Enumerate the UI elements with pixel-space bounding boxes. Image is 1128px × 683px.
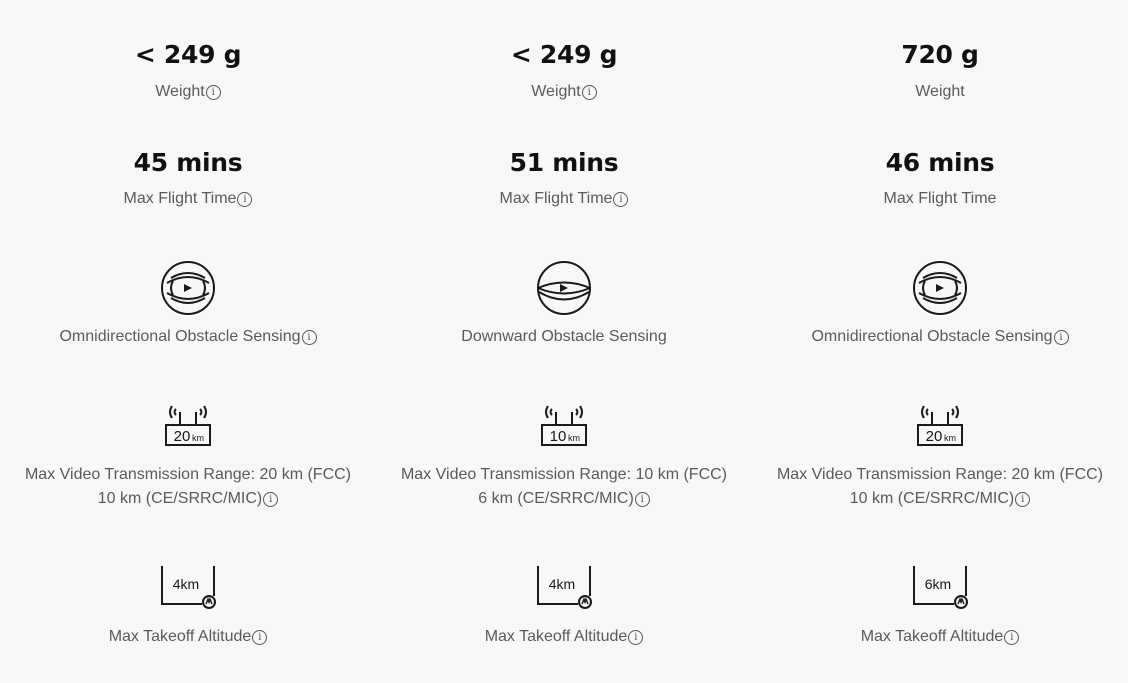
altitude-4km-icon: 4km [376, 560, 752, 612]
info-icon[interactable]: i [634, 492, 650, 507]
transmission-range-number: 20 [926, 428, 943, 445]
altitude-label: Max Takeoff Altitude i [752, 625, 1128, 649]
info-icon[interactable]: i [205, 85, 221, 100]
omnidirectional-sensing-icon [0, 259, 376, 317]
flight-time-label-text: Max Flight Time [883, 190, 997, 207]
flight-time-label-text: Max Flight Time [123, 190, 237, 207]
info-icon[interactable]: i [628, 630, 644, 645]
info-icon[interactable]: i [1053, 330, 1069, 345]
altitude-text: 4km [549, 576, 575, 592]
info-icon[interactable]: i [1015, 492, 1031, 507]
weight-value: 720 g [901, 40, 979, 69]
altitude-label: Max Takeoff Altitude i [376, 625, 752, 649]
flight-time-label: Max Flight Time [752, 187, 1128, 211]
flight-time-value: 45 mins [133, 148, 243, 177]
weight-label: Weight i [376, 80, 752, 104]
obstacle-sensing-label-text: Downward Obstacle Sensing [461, 328, 667, 345]
flight-time-label: Max Flight Time i [0, 187, 376, 211]
obstacle-sensing-label-text: Omnidirectional Obstacle Sensing [59, 328, 301, 345]
weight-label-text: Weight [531, 83, 581, 100]
info-icon[interactable]: i [252, 630, 268, 645]
transmission-20km-icon: 20 km [0, 398, 376, 450]
info-icon[interactable]: i [237, 192, 253, 207]
weight-label: Weight i [0, 80, 376, 104]
video-transmission-line1: Max Video Transmission Range: 20 km (FCC… [776, 466, 1104, 483]
video-transmission-label: Max Video Transmission Range: 20 km (FCC… [0, 463, 376, 511]
flight-time-value: 46 mins [885, 148, 995, 177]
altitude-4km-icon: 4km [0, 560, 376, 612]
obstacle-sensing-label-text: Omnidirectional Obstacle Sensing [811, 328, 1053, 345]
obstacle-sensing-label: Omnidirectional Obstacle Sensing i [0, 325, 376, 349]
product-column-3: 720 g Weight 46 mins Max Flight Time Omn… [752, 0, 1128, 683]
info-icon[interactable]: i [613, 192, 629, 207]
video-transmission-line2: 10 km (CE/SRRC/MIC) [849, 490, 1015, 507]
transmission-range-unit: km [568, 433, 580, 443]
weight-label-text: Weight [155, 83, 205, 100]
video-transmission-line2-row: 10 km (CE/SRRC/MIC) i [752, 487, 1128, 511]
weight-value: < 249 g [510, 40, 618, 69]
altitude-text: 6km [925, 576, 951, 592]
flight-time-label: Max Flight Time i [376, 187, 752, 211]
transmission-range-unit: km [192, 433, 204, 443]
transmission-range-number: 20 [174, 428, 191, 445]
video-transmission-line2: 6 km (CE/SRRC/MIC) [478, 490, 634, 507]
transmission-20km-icon: 20 km [752, 398, 1128, 450]
video-transmission-label: Max Video Transmission Range: 20 km (FCC… [752, 463, 1128, 511]
altitude-label: Max Takeoff Altitude i [0, 625, 376, 649]
obstacle-sensing-label: Downward Obstacle Sensing [376, 325, 752, 349]
video-transmission-line1: Max Video Transmission Range: 10 km (FCC… [400, 466, 728, 483]
video-transmission-line2: 10 km (CE/SRRC/MIC) [97, 490, 263, 507]
product-column-2: < 249 g Weight i 51 mins Max Flight Time i… [376, 0, 752, 683]
video-transmission-line2-row: 6 km (CE/SRRC/MIC) i [376, 487, 752, 511]
altitude-label-text: Max Takeoff Altitude [108, 628, 252, 645]
transmission-10km-icon: 10 km [376, 398, 752, 450]
video-transmission-line2-row: 10 km (CE/SRRC/MIC) i [0, 487, 376, 511]
obstacle-sensing-label: Omnidirectional Obstacle Sensing i [752, 325, 1128, 349]
transmission-range-number: 10 [550, 428, 567, 445]
flight-time-value: 51 mins [509, 148, 619, 177]
info-icon[interactable]: i [581, 85, 597, 100]
altitude-label-text: Max Takeoff Altitude [484, 628, 628, 645]
altitude-6km-icon: 6km [752, 560, 1128, 612]
info-icon[interactable]: i [301, 330, 317, 345]
weight-value: < 249 g [134, 40, 242, 69]
transmission-range-unit: km [944, 433, 956, 443]
altitude-text: 4km [173, 576, 199, 592]
flight-time-label-text: Max Flight Time [499, 190, 613, 207]
info-icon[interactable]: i [263, 492, 279, 507]
spec-comparison-grid: < 249 g Weight i 45 mins Max Flight Time i… [0, 0, 1128, 683]
downward-sensing-icon [376, 259, 752, 317]
weight-label: Weight [752, 80, 1128, 104]
video-transmission-label: Max Video Transmission Range: 10 km (FCC… [376, 463, 752, 511]
info-icon[interactable]: i [1004, 630, 1020, 645]
video-transmission-line1: Max Video Transmission Range: 20 km (FCC… [24, 466, 352, 483]
weight-label-text: Weight [915, 83, 965, 100]
omnidirectional-sensing-icon [752, 259, 1128, 317]
altitude-label-text: Max Takeoff Altitude [860, 628, 1004, 645]
product-column-1: < 249 g Weight i 45 mins Max Flight Time i… [0, 0, 376, 683]
